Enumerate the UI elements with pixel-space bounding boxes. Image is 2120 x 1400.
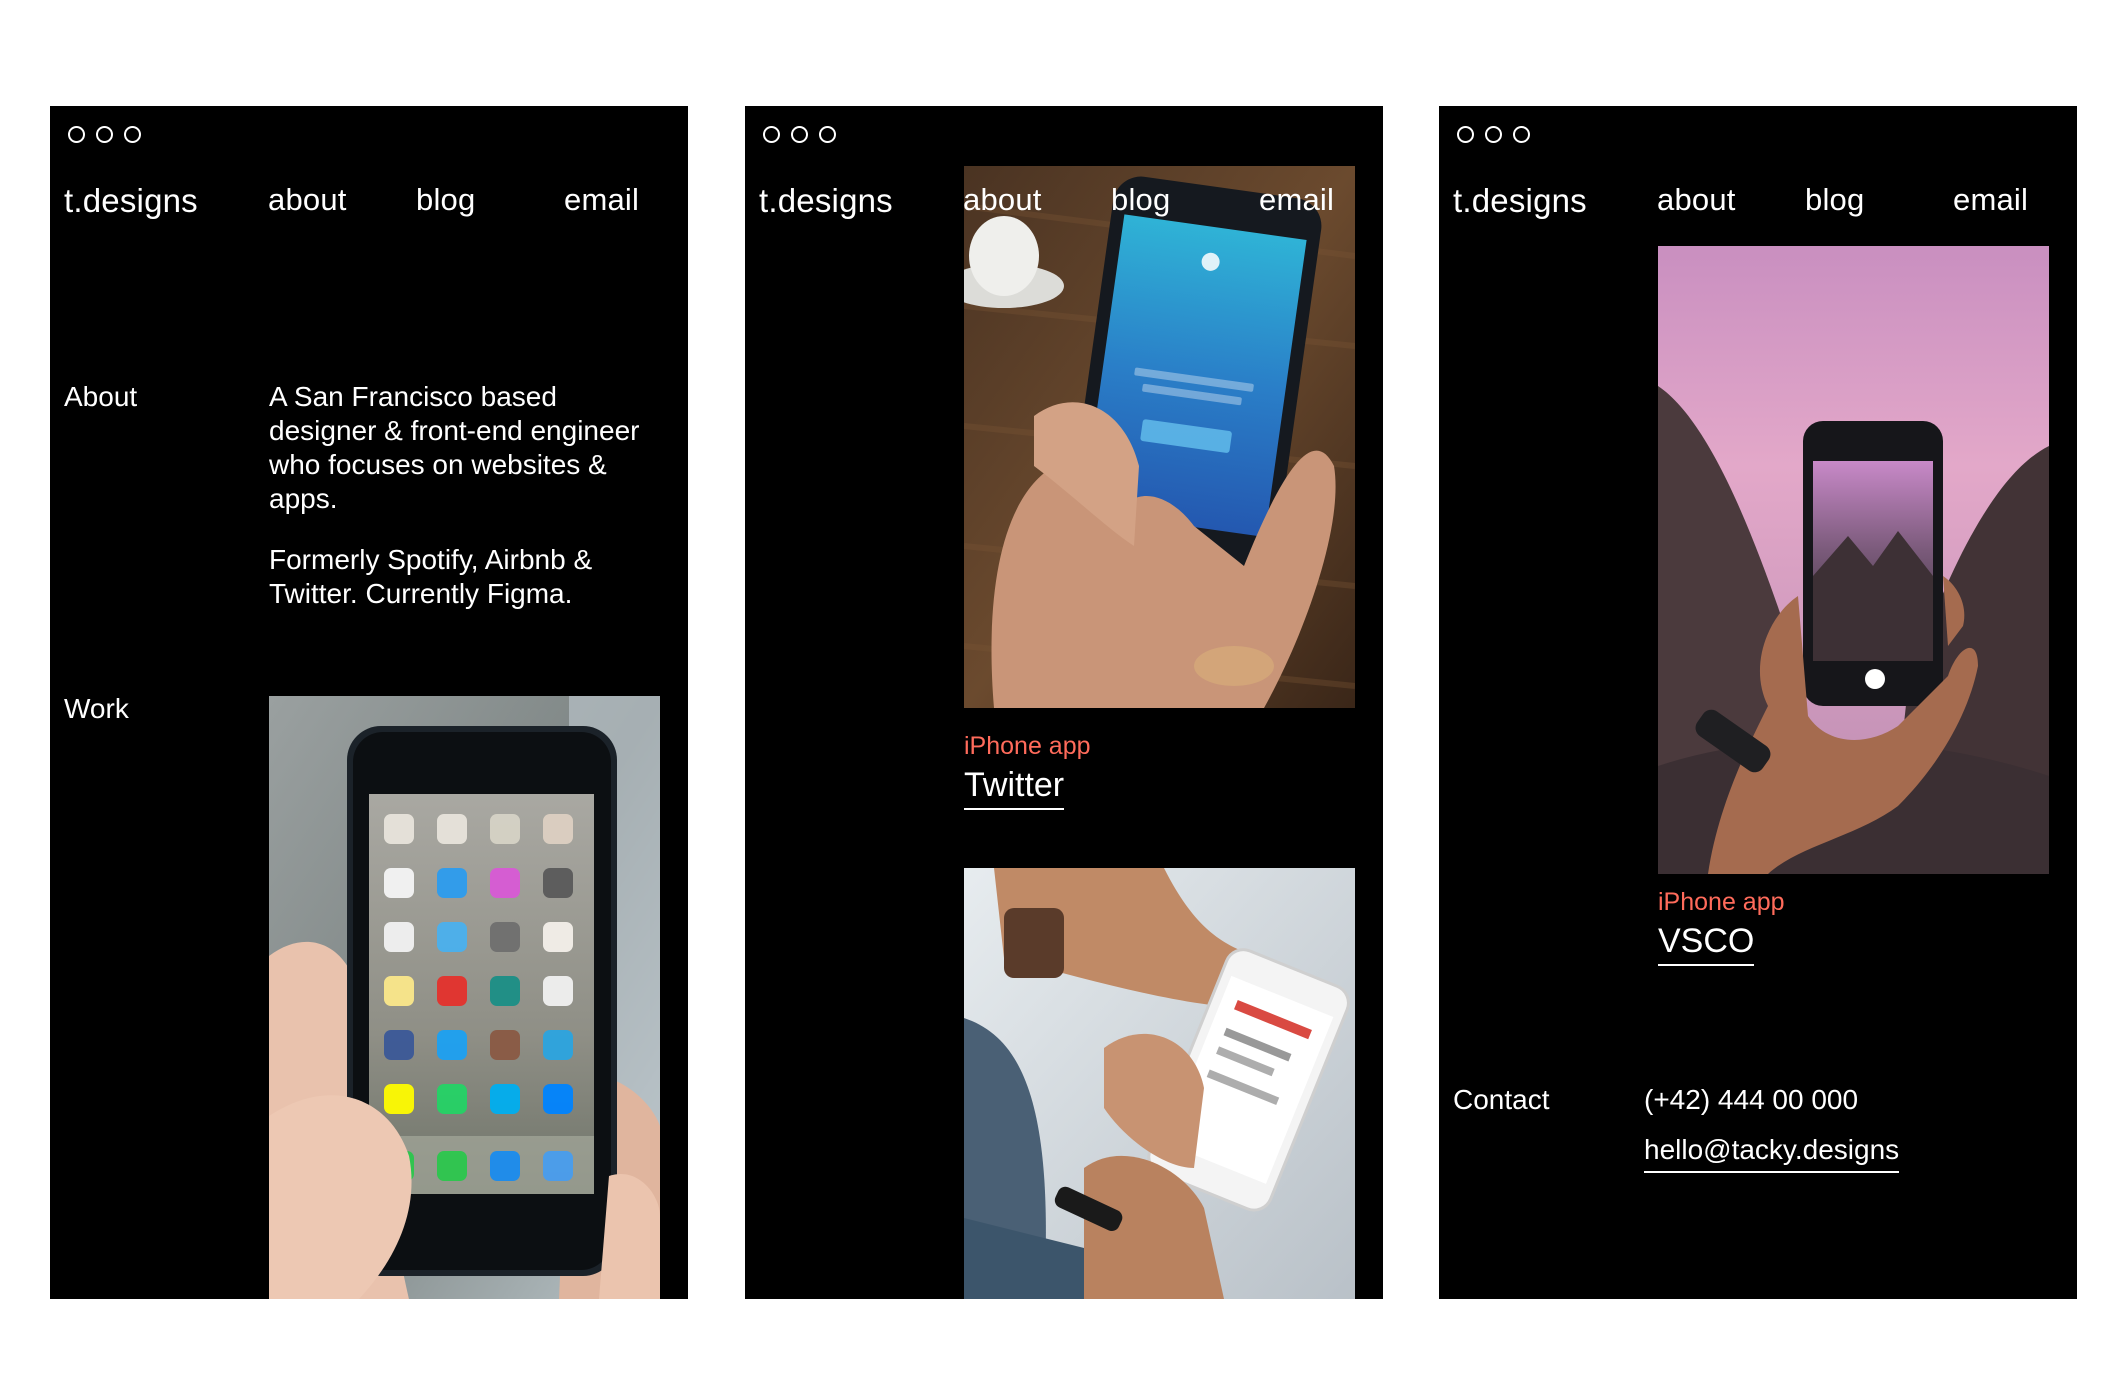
nav-link-about[interactable]: about: [963, 184, 1042, 215]
bio-paragraph-2: Formerly Spotify, Airbnb & Twitter. Curr…: [269, 544, 593, 609]
window-control-minimize[interactable]: [791, 126, 808, 143]
contact-heading: Contact: [1453, 1084, 1550, 1115]
nav-link-blog[interactable]: blog: [1111, 184, 1170, 215]
browser-window-home: t.designs about blog email About A San F…: [50, 106, 688, 1299]
contact-phone[interactable]: (+42) 444 00 000: [1644, 1084, 1858, 1116]
window-control-close[interactable]: [68, 126, 85, 143]
window-controls: [1457, 126, 1530, 143]
window-control-maximize[interactable]: [1513, 126, 1530, 143]
project-title-link[interactable]: VSCO: [1658, 924, 1755, 966]
nav-link-about[interactable]: about: [1657, 184, 1736, 215]
window-control-close[interactable]: [763, 126, 780, 143]
browser-window-contact: t.designs about blog email iPhone app VS…: [1439, 106, 2077, 1299]
contact-email-link[interactable]: hello@tacky.designs: [1644, 1134, 1900, 1173]
bio-paragraph-1: A San Francisco based designer & front-e…: [269, 381, 640, 514]
nav-link-about[interactable]: about: [268, 184, 347, 215]
project-kind-label: iPhone app: [1658, 888, 1785, 916]
window-control-close[interactable]: [1457, 126, 1474, 143]
window-controls: [763, 126, 836, 143]
nav-link-email[interactable]: email: [564, 184, 639, 215]
bio-text: A San Francisco based designer & front-e…: [269, 380, 649, 638]
nav-link-blog[interactable]: blog: [416, 184, 475, 215]
project-title-link[interactable]: Twitter: [964, 768, 1065, 810]
window-control-minimize[interactable]: [1485, 126, 1502, 143]
window-control-minimize[interactable]: [96, 126, 113, 143]
browser-window-work: t.designs about blog email iPhone app Tw…: [745, 106, 1383, 1299]
about-heading: About: [64, 381, 138, 412]
window-control-maximize[interactable]: [124, 126, 141, 143]
window-control-maximize[interactable]: [819, 126, 836, 143]
nav-link-email[interactable]: email: [1953, 184, 2028, 215]
nav-link-blog[interactable]: blog: [1805, 184, 1864, 215]
project-image-iphone-homescreen[interactable]: [269, 696, 660, 1299]
nav-link-email[interactable]: email: [1259, 184, 1334, 215]
project-image-second[interactable]: [964, 868, 1355, 1299]
work-heading: Work: [64, 693, 129, 724]
site-logo[interactable]: t.designs: [759, 184, 893, 217]
project-kind-label: iPhone app: [964, 732, 1091, 760]
site-logo[interactable]: t.designs: [64, 184, 198, 217]
project-image-twitter[interactable]: [964, 166, 1355, 708]
site-logo[interactable]: t.designs: [1453, 184, 1587, 217]
window-controls: [68, 126, 141, 143]
project-image-vsco[interactable]: [1658, 246, 2049, 874]
